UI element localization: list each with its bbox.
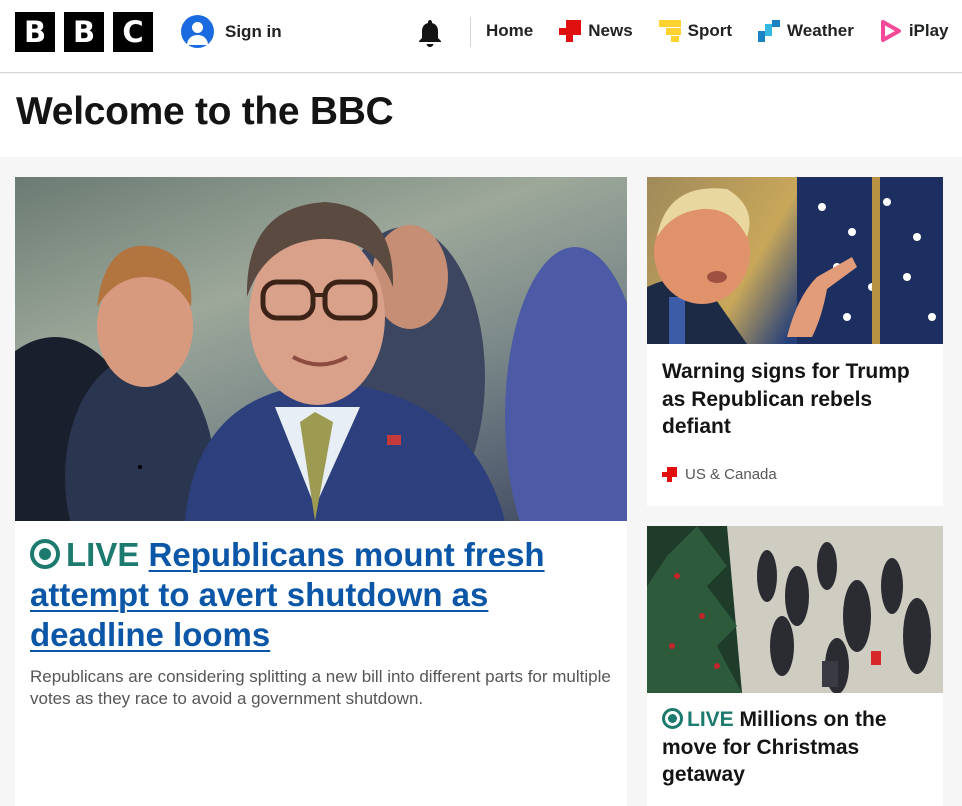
side-story-image[interactable]	[647, 526, 943, 693]
site-header: B B C Sign in Home News Sport Weather iP…	[0, 0, 962, 73]
live-icon	[662, 708, 683, 729]
news-icon	[559, 20, 582, 42]
news-section-icon	[662, 467, 677, 482]
nav-item-label: Sport	[687, 21, 733, 40]
side-story-image[interactable]	[647, 177, 943, 344]
nav-item-news[interactable]: News	[559, 20, 633, 42]
welcome-banner: Welcome to the BBC	[0, 74, 962, 157]
main-nav: Home News Sport Weather iPlay	[486, 20, 962, 42]
bbc-logo[interactable]: B B C	[15, 12, 153, 52]
nav-item-label: Weather	[787, 21, 854, 40]
nav-item-label: News	[588, 21, 633, 40]
nav-item-weather[interactable]: Weather	[758, 20, 854, 42]
section-tag-label: US & Canada	[685, 466, 777, 483]
logo-letter-b2: B	[64, 12, 104, 52]
side-story-card[interactable]: LIVE Millions on the move for Christmas …	[647, 526, 943, 806]
side-story-headline[interactable]: Warning signs for Trump as Republican re…	[662, 358, 932, 441]
weather-icon	[758, 20, 781, 42]
bell-icon[interactable]	[416, 18, 444, 48]
side-story-card[interactable]: Warning signs for Trump as Republican re…	[647, 177, 943, 506]
section-tag[interactable]: US & Canada	[662, 466, 777, 483]
nav-item-label: iPlay	[908, 21, 949, 40]
sign-in-button[interactable]: Sign in	[181, 15, 282, 48]
sign-in-label: Sign in	[225, 21, 282, 41]
nav-item-iplayer[interactable]: iPlay	[880, 20, 949, 42]
nav-item-label: Home	[486, 21, 534, 40]
main-story-image[interactable]	[15, 177, 627, 521]
nav-item-sport[interactable]: Sport	[658, 20, 733, 42]
account-icon	[181, 15, 214, 48]
header-divider	[470, 17, 471, 47]
side-story-headline[interactable]: LIVE Millions on the move for Christmas …	[662, 706, 932, 789]
main-story-summary: Republicans are considering splitting a …	[30, 667, 611, 708]
main-story-card[interactable]: LIVE Republicans mount fresh attempt to …	[15, 177, 627, 806]
live-icon	[30, 539, 60, 569]
iplayer-icon	[880, 20, 902, 42]
live-label: LIVE	[66, 536, 140, 573]
logo-letter-c: C	[113, 12, 153, 52]
logo-letter-b1: B	[15, 12, 55, 52]
nav-item-home[interactable]: Home	[486, 21, 533, 41]
sport-icon	[658, 20, 681, 42]
page-title: Welcome to the BBC	[16, 90, 394, 133]
main-story-headline[interactable]: LIVE Republicans mount fresh attempt to …	[30, 535, 610, 655]
live-label: LIVE	[687, 708, 734, 731]
